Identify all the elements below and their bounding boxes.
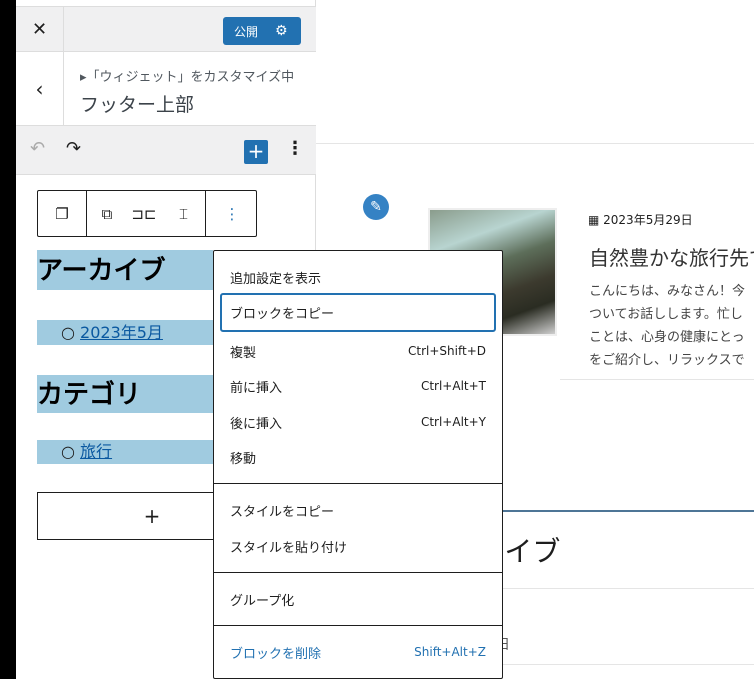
menu-separator xyxy=(214,483,502,484)
menu-item-paste-styles[interactable]: スタイルを貼り付け xyxy=(230,531,486,561)
category-heading[interactable]: カテゴリ xyxy=(37,375,213,413)
left-edge xyxy=(0,0,16,679)
post-date: ▦ 2023年5月29日 xyxy=(588,213,693,227)
menu-item-insert-after[interactable]: 後に挿入 Ctrl+Alt+Y xyxy=(230,407,486,437)
archive-heading[interactable]: アーカイブ xyxy=(37,250,213,290)
move-horizontal-icon[interactable]: ⊐⊏ xyxy=(126,191,162,236)
undo-icon[interactable]: ↶ xyxy=(30,138,45,159)
breadcrumb: ▸「ウィジェット」をカスタマイズ中 xyxy=(80,70,295,85)
menu-item-delete-block[interactable]: ブロックを削除 Shift+Alt+Z xyxy=(230,637,486,667)
back-chevron-icon[interactable]: ‹ xyxy=(16,52,64,125)
menu-separator xyxy=(214,625,502,626)
post-excerpt: こんにちは、みなさん！今 ついてお話しします。忙し ことは、心身の健康にとっ を… xyxy=(589,284,746,368)
section-header: ‹ ▸「ウィジェット」をカスタマイズ中 フッター上部 xyxy=(16,52,316,126)
duplicate-icon[interactable]: ⧉ xyxy=(88,191,126,236)
archive-link[interactable]: 2023年5月 xyxy=(80,323,163,342)
page-title: フッター上部 xyxy=(80,94,195,116)
divider xyxy=(560,379,754,380)
editor-toolbar: ↶ ↷ + ⋮ xyxy=(16,126,316,175)
category-list-item: ○ 旅行 xyxy=(37,440,213,464)
close-icon[interactable]: ✕ xyxy=(16,7,64,52)
more-vertical-icon[interactable]: ⋮ xyxy=(207,191,257,236)
redo-icon[interactable]: ↷ xyxy=(66,138,81,159)
block-options-menu: 追加設定を表示 ブロックをコピー 複製 Ctrl+Shift+D 前に挿入 Ctrl… xyxy=(213,250,503,679)
gear-icon[interactable]: ⚙ xyxy=(275,23,288,39)
divider xyxy=(316,143,754,144)
block-toolbar: ❐ ⧉ ⊐⊏ ⌶ ⋮ xyxy=(37,190,257,237)
pencil-icon[interactable]: ✎ xyxy=(363,194,389,220)
customizer-header: ✕ 公開 ⚙ xyxy=(16,6,316,52)
publish-button[interactable]: 公開 ⚙ xyxy=(223,17,301,45)
menu-item-show-settings[interactable]: 追加設定を表示 xyxy=(230,262,486,292)
menu-item-insert-before[interactable]: 前に挿入 Ctrl+Alt+T xyxy=(230,371,486,401)
move-vertical-icon[interactable]: ⌶ xyxy=(162,191,206,236)
add-block-icon[interactable]: + xyxy=(244,140,268,164)
menu-item-copy-styles[interactable]: スタイルをコピー xyxy=(230,495,486,525)
category-link[interactable]: 旅行 xyxy=(80,442,112,461)
menu-item-duplicate[interactable]: 複製 Ctrl+Shift+D xyxy=(230,336,486,366)
menu-item-move[interactable]: 移動 xyxy=(230,442,486,472)
post-title[interactable]: 自然豊かな旅行先で xyxy=(589,242,754,271)
menu-separator xyxy=(214,572,502,573)
menu-item-group[interactable]: グループ化 xyxy=(230,584,486,614)
menu-item-copy-block[interactable]: ブロックをコピー xyxy=(230,297,486,327)
more-vertical-icon[interactable]: ⋮ xyxy=(286,138,304,159)
calendar-icon: ▦ xyxy=(588,213,604,227)
archive-list-item: ○ 2023年5月 xyxy=(37,320,213,345)
parent-select-icon[interactable]: ❐ xyxy=(38,191,87,236)
